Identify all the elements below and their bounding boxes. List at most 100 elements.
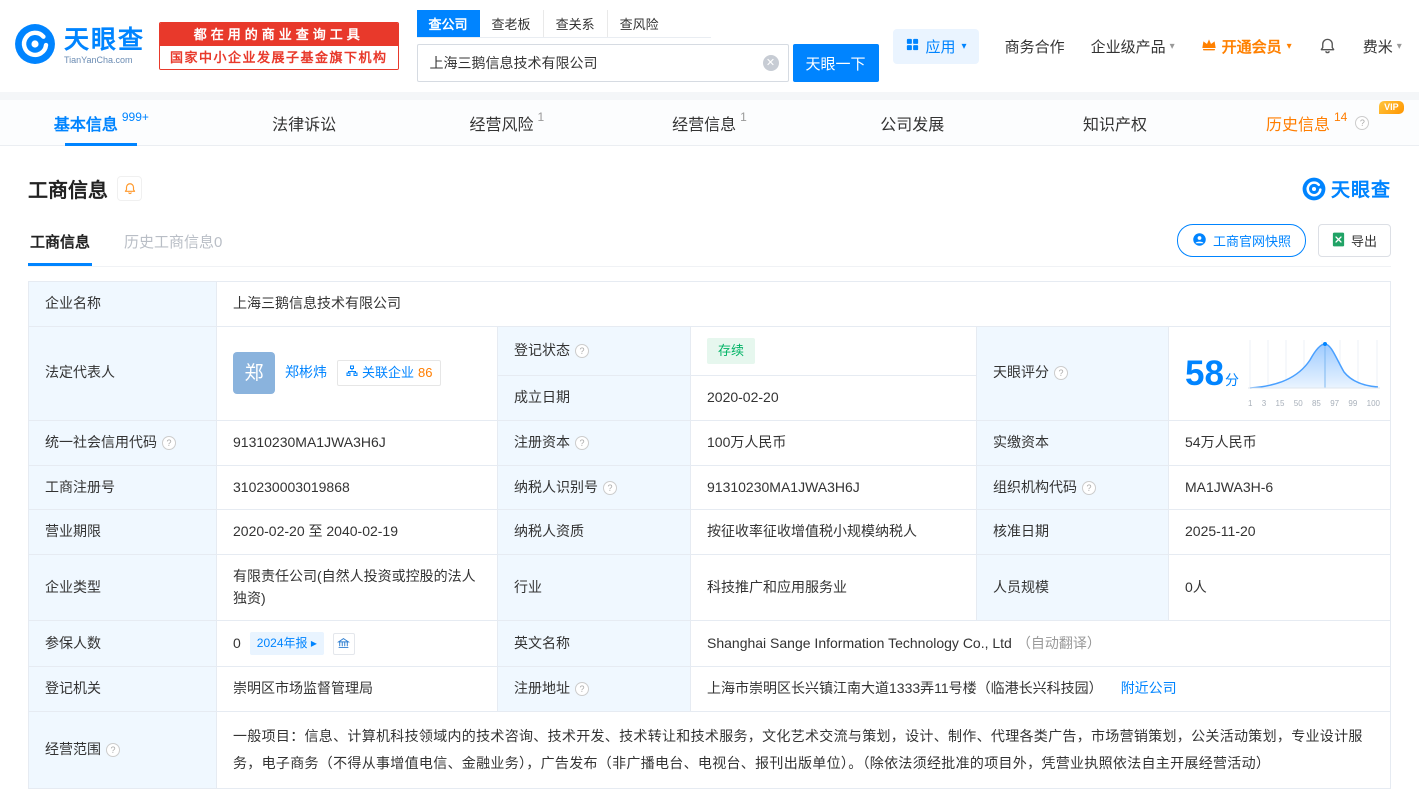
apps-menu-label: 应用 [925, 38, 956, 56]
tianyancha-logo[interactable]: 天眼查 TianYanCha.com [14, 23, 145, 70]
apps-grid-icon [905, 37, 920, 56]
nav-enterprise-products[interactable]: 企业级产品 ▾ [1091, 36, 1175, 57]
industry-value: 科技推广和应用服务业 [690, 553, 977, 622]
tab-history-info[interactable]: VIP 历史信息 14 ? [1216, 100, 1419, 145]
user-name: 费米 [1362, 38, 1393, 56]
legal-rep-cell: 郑 郑彬炜 关联企业 86 [216, 325, 498, 421]
help-icon[interactable]: ? [1082, 480, 1096, 495]
table-row: 营业期限 2020-02-20 至 2040-02-19 纳税人资质 按征收率征… [28, 509, 1391, 555]
industry-label: 行业 [497, 553, 691, 622]
reg-authority-label: 登记机关 [28, 665, 217, 712]
subtab-history-business-info[interactable]: 历史工商信息0 [122, 223, 224, 266]
table-row: 统一社会信用代码? 91310230MA1JWA3H6J 注册资本? 100万人… [28, 419, 1391, 466]
search-tab-relation[interactable]: 查关系 [544, 10, 608, 37]
help-icon[interactable]: ? [603, 480, 617, 495]
company-section-tabbar: 基本信息 999+ 法律诉讼 经营风险 1 经营信息 1 公司发展 知识产权 V… [0, 100, 1419, 146]
subtab-business-info[interactable]: 工商信息 [28, 223, 93, 266]
subtab-row: 工商信息 历史工商信息0 工商官网快照 导出 [28, 223, 1391, 267]
table-row: 登记机关 崇明区市场监督管理局 注册地址? 上海市崇明区长兴镇江南大道1333弄… [28, 665, 1391, 712]
clear-search-icon[interactable]: ✕ [762, 55, 779, 71]
help-icon[interactable]: ? [575, 681, 589, 696]
tab-operation-info[interactable]: 经营信息 1 [608, 100, 811, 145]
export-button[interactable]: 导出 [1317, 224, 1391, 257]
help-icon[interactable]: ? [106, 743, 120, 757]
english-name-value: Shanghai Sange Information Technology Co… [707, 634, 1012, 651]
help-icon[interactable]: ? [162, 435, 176, 450]
reg-address-cell: 上海市崇明区长兴镇江南大道1333弄11号楼（临港长兴科技园） 附近公司 [690, 665, 1391, 712]
table-row: 参保人数 0 2024年报 ▸ 英文名称 Shanghai Sange Info… [28, 620, 1391, 667]
search-button[interactable]: 天眼一下 [792, 44, 879, 82]
status-badge: 存续 [707, 337, 756, 364]
company-type-value: 有限责任公司(自然人投资或控股的法人独资) [216, 553, 498, 622]
table-row: 法定代表人 郑 郑彬炜 关联企业 86 登记状态? 存续 天眼评分 ? 58分 … [28, 325, 1391, 421]
insured-count-value: 0 [233, 634, 241, 651]
tab-legal-proceedings[interactable]: 法律诉讼 [203, 100, 406, 145]
snapshot-icon [1192, 232, 1207, 250]
approval-date-value: 2025-11-20 [1168, 509, 1391, 555]
nearby-companies-link[interactable]: 附近公司 [1121, 680, 1177, 696]
help-icon[interactable]: ? [575, 343, 589, 358]
table-row: 工商注册号 310230003019868 纳税人识别号? 91310230MA… [28, 464, 1391, 511]
credit-code-label: 统一社会信用代码? [28, 419, 217, 466]
tab-company-development[interactable]: 公司发展 [811, 100, 1014, 145]
score-distribution-chart: 1 3 15 50 85 97 99 100 [1248, 338, 1380, 410]
org-code-label: 组织机构代码? [976, 464, 1169, 511]
notification-bell-icon[interactable] [1318, 37, 1337, 56]
user-menu[interactable]: 费米 ▾ [1363, 36, 1402, 57]
main-content: 工商信息 天眼查 工商信息 历史工商信息0 工商官网快照 导出 企业名称 上海三… [0, 146, 1419, 790]
nav-business-cooperation[interactable]: 商务合作 [1005, 36, 1065, 57]
taxpayer-id-value: 91310230MA1JWA3H6J [690, 464, 977, 511]
reg-capital-value: 100万人民币 [690, 419, 977, 466]
top-header: 天眼查 TianYanCha.com 都在用的商业查询工具 国家中小企业发展子基… [0, 0, 1419, 92]
english-name-cell: Shanghai Sange Information Technology Co… [690, 620, 1391, 667]
search-tab-risk[interactable]: 查风险 [608, 10, 671, 37]
reg-address-label: 注册地址? [497, 665, 691, 712]
tyc-score-label: 天眼评分? [976, 325, 1169, 421]
header-right-nav: 应用 ▾ 商务合作 企业级产品 ▾ 开通会员 ▾ 费米 ▾ [892, 28, 1402, 64]
taxpayer-quality-value: 按征收率征收增值税小规模纳税人 [690, 509, 977, 555]
promo-banner-line2: 国家中小企业发展子基金旗下机构 [160, 46, 398, 69]
reg-authority-value: 崇明区市场监督管理局 [216, 665, 498, 712]
tianyancha-logo-icon [14, 23, 56, 70]
tab-intellectual-property[interactable]: 知识产权 [1014, 100, 1217, 145]
nav-open-vip[interactable]: 开通会员 ▾ [1201, 36, 1292, 57]
legal-rep-avatar[interactable]: 郑 [233, 352, 275, 395]
logo-text-cn: 天眼查 [64, 25, 146, 54]
help-icon[interactable]: ? [1054, 366, 1068, 381]
english-name-label: 英文名称 [497, 620, 691, 667]
search-tab-boss[interactable]: 查老板 [480, 10, 544, 37]
reg-address-value: 上海市崇明区长兴镇江南大道1333弄11号楼（临港长兴科技园） [707, 679, 1103, 696]
subscribe-bell-icon[interactable] [117, 176, 142, 201]
staff-size-value: 0人 [1168, 553, 1391, 622]
search-tab-company[interactable]: 查公司 [416, 10, 480, 37]
insured-count-cell: 0 2024年报 ▸ [216, 620, 498, 667]
tyc-score-cell: 58分 1 3 15 50 85 97 99 100 [1168, 325, 1391, 421]
help-icon[interactable]: ? [1355, 115, 1370, 130]
search-input[interactable] [416, 44, 789, 82]
auto-translate-note: （自动翻译） [1016, 634, 1101, 651]
company-name-label: 企业名称 [28, 281, 217, 327]
vip-badge: VIP [1379, 101, 1404, 114]
related-companies-button[interactable]: 关联企业 86 [337, 360, 442, 387]
apps-menu[interactable]: 应用 ▾ [892, 28, 979, 64]
logo-text-en: TianYanCha.com [64, 55, 133, 66]
help-icon[interactable]: ? [575, 435, 589, 450]
chevron-down-icon: ▾ [1286, 40, 1292, 52]
credit-code-value: 91310230MA1JWA3H6J [216, 419, 498, 466]
business-term-value: 2020-02-20 至 2040-02-19 [216, 509, 498, 555]
official-snapshot-button[interactable]: 工商官网快照 [1176, 224, 1306, 257]
annual-report-badge[interactable]: 2024年报 ▸ [249, 632, 324, 655]
taxpayer-id-label: 纳税人识别号? [497, 464, 691, 511]
section-title: 工商信息 [28, 180, 108, 202]
legal-rep-name-link[interactable]: 郑彬炜 [285, 362, 327, 384]
social-insurance-icon[interactable] [332, 632, 355, 655]
business-scope-label: 经营范围? [28, 710, 217, 790]
taxpayer-quality-label: 纳税人资质 [497, 509, 691, 555]
tab-operation-risk[interactable]: 经营风险 1 [405, 100, 608, 145]
chevron-down-icon: ▾ [1396, 40, 1402, 52]
tab-basic-info[interactable]: 基本信息 999+ [0, 100, 203, 145]
company-type-label: 企业类型 [28, 553, 217, 622]
business-info-table: 企业名称 上海三鹅信息技术有限公司 法定代表人 郑 郑彬炜 关联企业 86 登记… [28, 281, 1391, 790]
insured-count-label: 参保人数 [28, 620, 217, 667]
chevron-down-icon: ▾ [1169, 40, 1175, 52]
